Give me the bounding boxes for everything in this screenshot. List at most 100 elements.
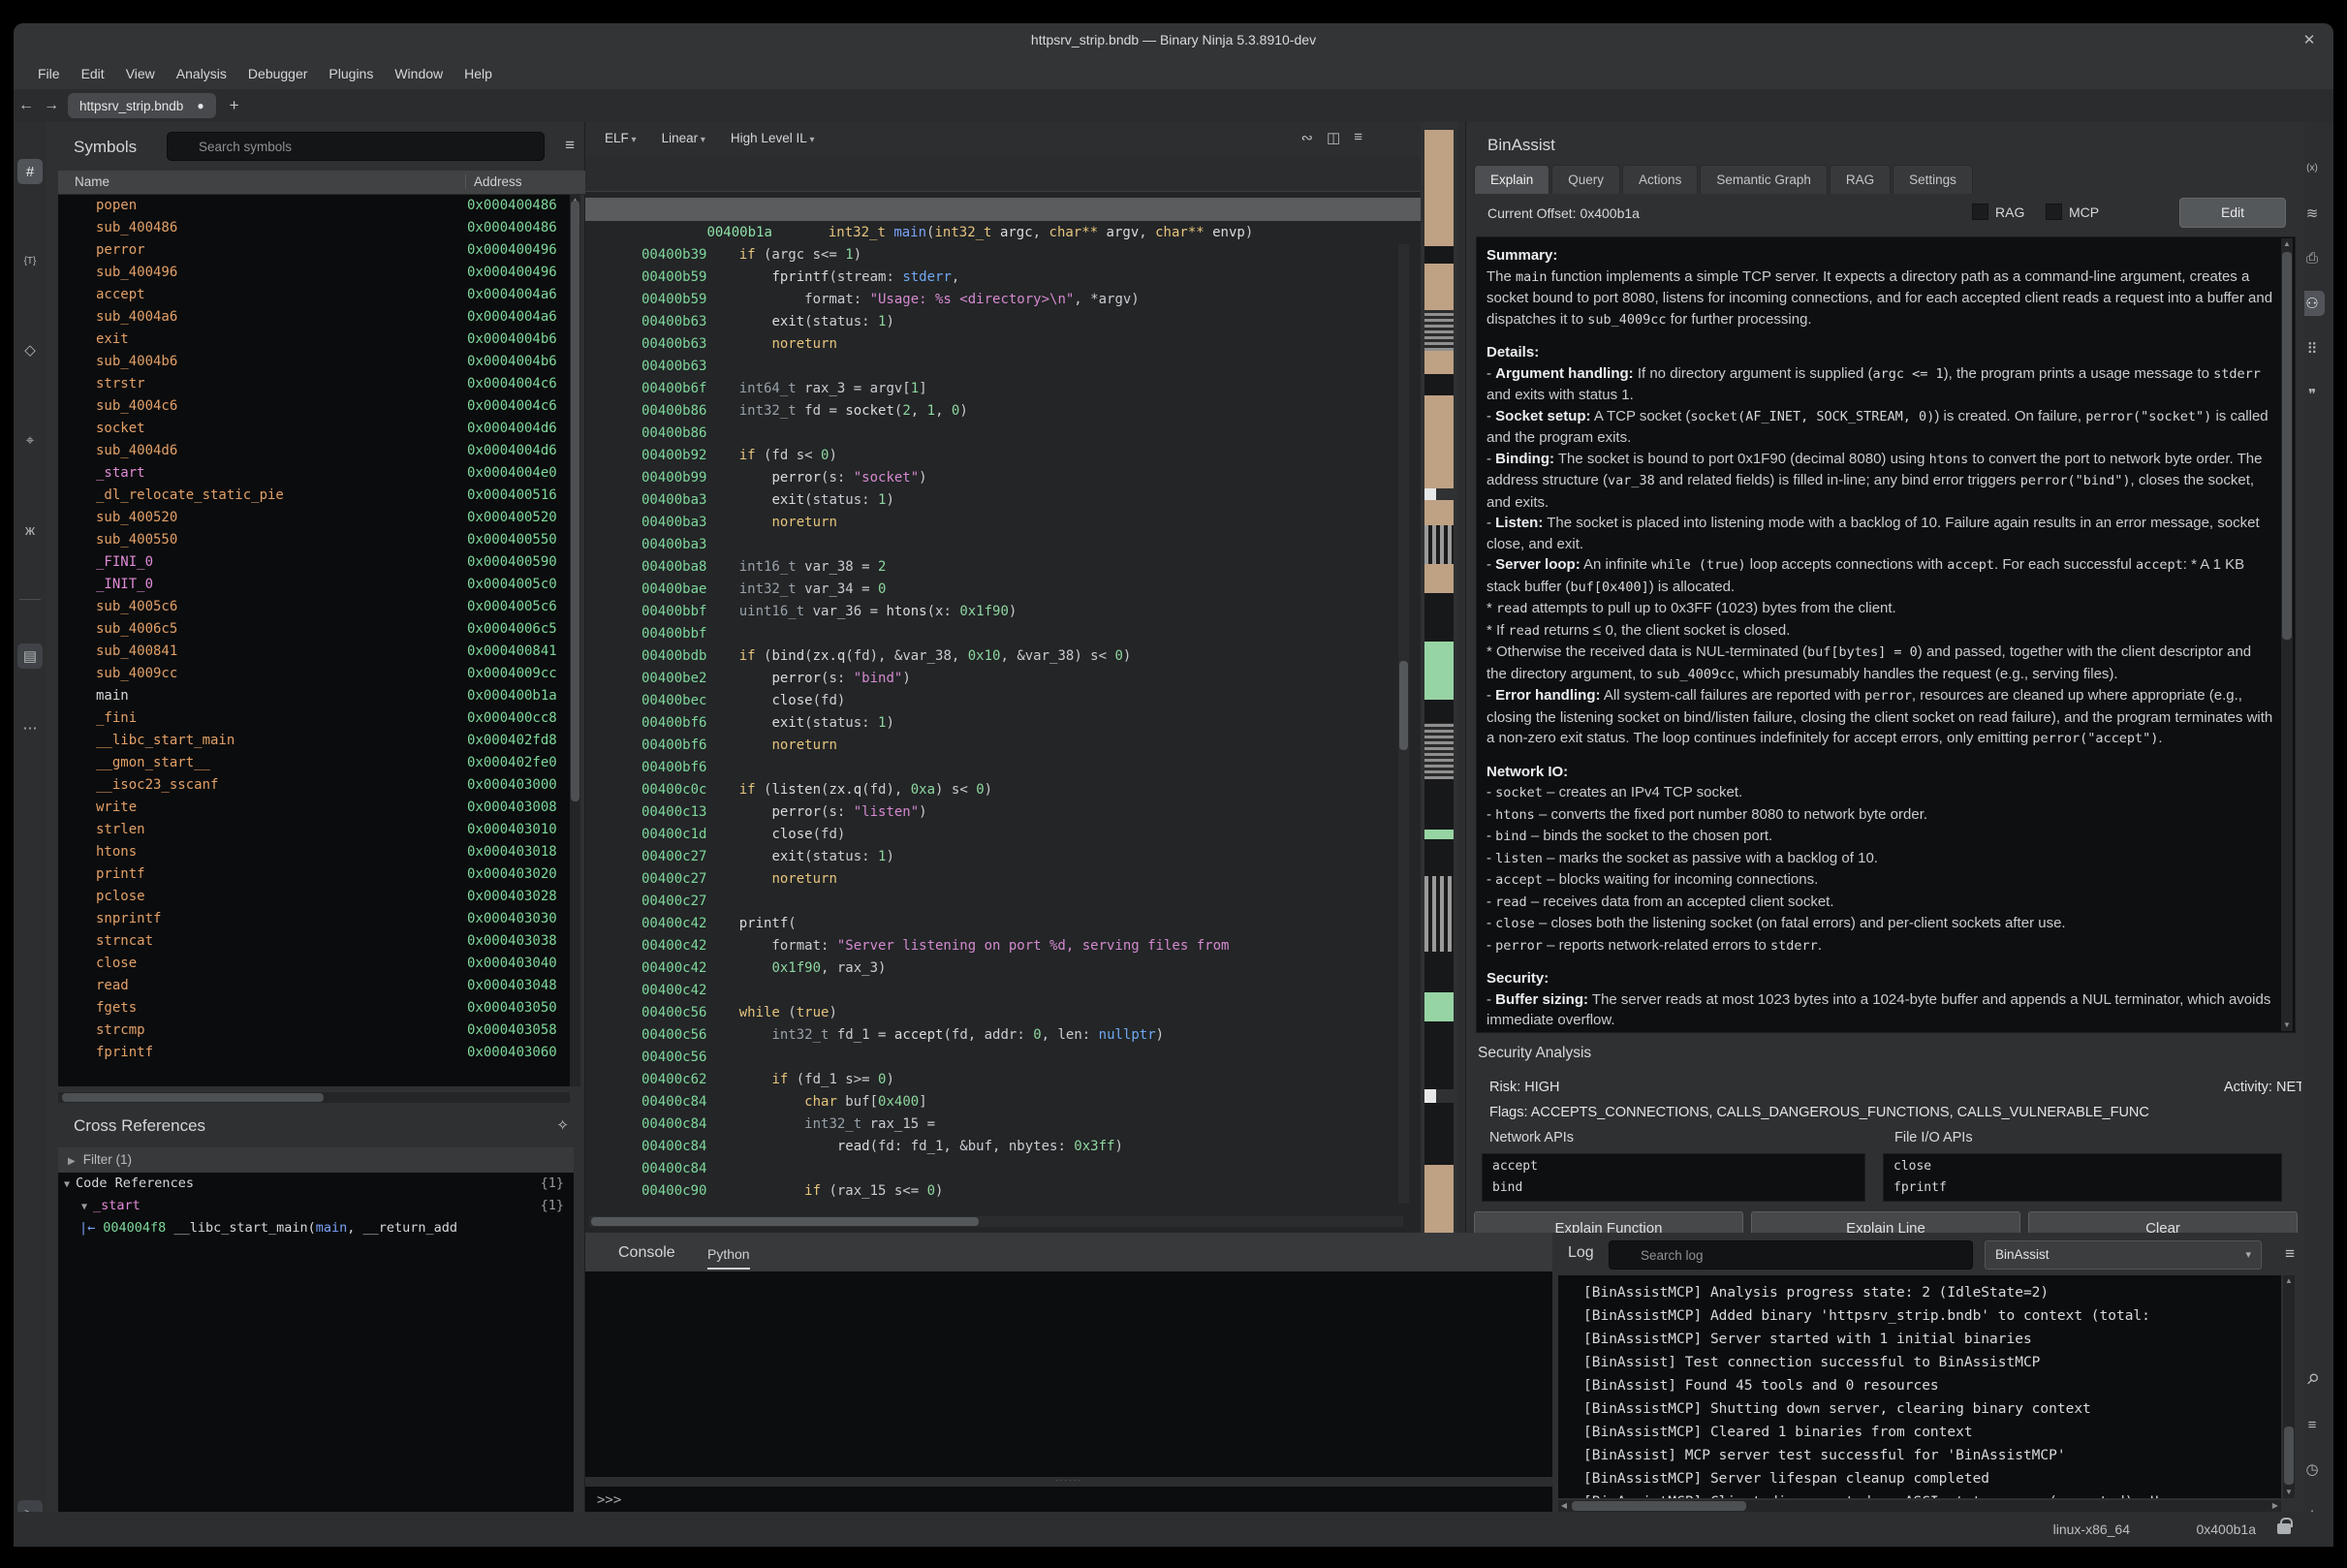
code-line[interactable]: 00400c42 printf( xyxy=(585,913,1405,935)
view-dropdown[interactable]: Linear xyxy=(662,131,705,145)
code-line[interactable]: 00400b59 fprintf(stream: stderr, xyxy=(585,267,1405,289)
symbol-row[interactable]: htons0x000403018 xyxy=(58,841,570,863)
tab-settings[interactable]: Settings xyxy=(1893,165,1973,194)
format-dropdown[interactable]: ELF xyxy=(605,131,637,145)
new-tab-button[interactable]: + xyxy=(230,96,239,115)
log-search-input[interactable] xyxy=(1609,1240,1973,1270)
menu-file[interactable]: File xyxy=(27,62,71,85)
scroll-up-icon[interactable]: ▲ xyxy=(2283,1275,2295,1287)
code-line[interactable]: 00400c56 while (true) xyxy=(585,1002,1405,1024)
types-icon[interactable]: {T} xyxy=(17,248,43,273)
symbol-row[interactable]: popen0x000400486 xyxy=(58,195,570,217)
tab-explain[interactable]: Explain xyxy=(1474,165,1549,194)
log-horizontal-scrollbar[interactable]: ◀ ▶ xyxy=(1558,1500,2281,1512)
code-line[interactable]: 00400c0c if (listen(zx.q(fd), 0xa) s< 0) xyxy=(585,779,1405,801)
il-dropdown[interactable]: High Level IL xyxy=(731,131,815,145)
menu-help[interactable]: Help xyxy=(454,62,503,85)
log-filter-dropdown[interactable]: BinAssist xyxy=(1985,1240,2262,1270)
code-line[interactable]: 00400ba3 xyxy=(585,534,1405,556)
more-panels-icon[interactable]: ⋯ xyxy=(17,715,43,740)
close-icon[interactable]: ✕ xyxy=(2299,30,2320,51)
network-apis-list[interactable]: acceptbind xyxy=(1482,1153,1865,1202)
report-vertical-scrollbar[interactable]: ▲ ▼ xyxy=(2281,238,2293,1031)
code-line[interactable]: 00400b63 noreturn xyxy=(585,333,1405,356)
scrollbar-thumb[interactable] xyxy=(2284,1427,2294,1485)
xrefs-filter-row[interactable]: ▶Filter (1) xyxy=(58,1147,574,1173)
symbol-row[interactable]: strlen0x000403010 xyxy=(58,819,570,841)
menu-debugger[interactable]: Debugger xyxy=(237,62,319,85)
symbol-row[interactable]: strstr0x0004004c6 xyxy=(58,373,570,395)
scroll-left-icon[interactable]: ◀ xyxy=(1558,1500,1570,1512)
symbol-row[interactable]: sub_4005500x000400550 xyxy=(58,529,570,551)
symbol-row[interactable]: fgets0x000403050 xyxy=(58,997,570,1019)
menu-window[interactable]: Window xyxy=(384,62,454,85)
xrefs-start-row[interactable]: ▼_start {1} xyxy=(58,1195,574,1217)
symbol-row[interactable]: read0x000403048 xyxy=(58,975,570,997)
code-line[interactable]: 00400b99 perror(s: "socket") xyxy=(585,467,1405,489)
symbol-row[interactable]: snprintf0x000403030 xyxy=(58,908,570,930)
symbol-row[interactable]: sub_4004a60x0004004a6 xyxy=(58,306,570,329)
tags-icon[interactable]: ◇ xyxy=(17,337,43,362)
symbol-row[interactable]: sub_4004d60x0004004d6 xyxy=(58,440,570,462)
menu-view[interactable]: View xyxy=(115,62,166,85)
symbol-row[interactable]: close0x000403040 xyxy=(58,953,570,975)
file-io-apis-list[interactable]: closefprintf xyxy=(1883,1153,2282,1202)
xrefs-code-references-row[interactable]: ▼Code References {1} xyxy=(58,1173,574,1195)
symbol-row[interactable]: sub_4004860x000400486 xyxy=(58,217,570,239)
symbol-row[interactable]: _start0x0004004e0 xyxy=(58,462,570,485)
symbols-vertical-scrollbar[interactable]: ▲ xyxy=(570,195,580,1086)
symbol-row[interactable]: sub_4009cc0x0004009cc xyxy=(58,663,570,685)
code-line[interactable]: 00400b63 exit(status: 1) xyxy=(585,311,1405,333)
code-line[interactable]: 00400c42 0x1f90, rax_3) xyxy=(585,957,1405,980)
symbol-row[interactable]: main0x000400b1a xyxy=(58,685,570,707)
console-splitter-handle[interactable]: ······ xyxy=(585,1477,1552,1487)
symbol-row[interactable]: _dl_relocate_static_pie0x000400516 xyxy=(58,485,570,507)
code-line[interactable]: 00400c27 xyxy=(585,891,1405,913)
tab-python[interactable]: Python xyxy=(707,1246,750,1270)
symbol-row[interactable]: perror0x000400496 xyxy=(58,239,570,262)
symbols-column-header[interactable]: Name Address xyxy=(58,171,585,195)
code-line[interactable]: 00400be2 perror(s: "bind") xyxy=(585,668,1405,690)
column-address[interactable]: Address xyxy=(465,174,522,189)
code-line[interactable]: 00400ba8 int16_t var_38 = 2 xyxy=(585,556,1405,579)
log-vertical-scrollbar[interactable]: ▲ ▼ xyxy=(2283,1275,2295,1498)
symbol-row[interactable]: _INIT_00x0004005c0 xyxy=(58,574,570,596)
column-name[interactable]: Name xyxy=(75,174,110,189)
menu-edit[interactable]: Edit xyxy=(71,62,115,85)
scroll-down-icon[interactable]: ▼ xyxy=(2283,1487,2295,1498)
code-line[interactable]: 00400c56 int32_t fd_1 = accept(fd, addr:… xyxy=(585,1024,1405,1047)
mcp-checkbox[interactable] xyxy=(2046,204,2062,220)
code-line[interactable]: 00400c42 format: "Server listening on po… xyxy=(585,935,1405,957)
symbol-row[interactable]: strcmp0x000403058 xyxy=(58,1019,570,1042)
feature-map[interactable] xyxy=(1421,122,1457,1233)
symbol-row[interactable]: __libc_start_main0x000402fd8 xyxy=(58,730,570,752)
code-line[interactable]: 00400b63 xyxy=(585,356,1405,378)
lock-icon[interactable] xyxy=(2277,1523,2291,1534)
scrollbar-thumb[interactable] xyxy=(62,1093,324,1102)
code-line[interactable]: 00400bdb if (bind(zx.q(fd), &var_38, 0x1… xyxy=(585,645,1405,668)
code-line[interactable]: 00400b92 if (fd s< 0) xyxy=(585,445,1405,467)
code-line[interactable]: 00400c1d close(fd) xyxy=(585,824,1405,846)
symbol-row[interactable]: __isoc23_sscanf0x000403000 xyxy=(58,774,570,797)
symbol-row[interactable]: __gmon_start__0x000402fe0 xyxy=(58,752,570,774)
xref-entry-row[interactable]: |←004004f8 __libc_start_main(main, __ret… xyxy=(58,1217,574,1239)
scrollbar-thumb[interactable] xyxy=(1399,661,1408,750)
symbol-row[interactable]: socket0x0004004d6 xyxy=(58,418,570,440)
symbol-row[interactable]: exit0x0004004b6 xyxy=(58,329,570,351)
scrollbar-thumb[interactable] xyxy=(591,1217,979,1226)
code-line[interactable]: 00400b39 if (argc s<= 1) xyxy=(585,244,1405,267)
code-line[interactable]: 00400bbf uint16_t var_36 = htons(x: 0x1f… xyxy=(585,601,1405,623)
symbol-row[interactable]: accept0x0004004a6 xyxy=(58,284,570,306)
symbol-row[interactable]: write0x000403008 xyxy=(58,797,570,819)
symbol-row[interactable]: printf0x000403020 xyxy=(58,863,570,886)
symbol-row[interactable]: sub_4004960x000400496 xyxy=(58,262,570,284)
code-line[interactable]: 00400bf6 noreturn xyxy=(585,735,1405,757)
code-line[interactable]: 00400bf6 exit(status: 1) xyxy=(585,712,1405,735)
code-line[interactable]: 00400c84 read(fd: fd_1, &buf, nbytes: 0x… xyxy=(585,1136,1405,1158)
symbol-row[interactable]: sub_4005c60x0004005c6 xyxy=(58,596,570,618)
edit-button[interactable]: Edit xyxy=(2179,198,2286,228)
code-line[interactable]: 00400bec close(fd) xyxy=(585,690,1405,712)
scroll-right-icon[interactable]: ▶ xyxy=(2269,1500,2281,1512)
symbol-row[interactable]: _FINI_00x000400590 xyxy=(58,551,570,574)
code-vertical-scrollbar[interactable] xyxy=(1398,244,1409,1204)
